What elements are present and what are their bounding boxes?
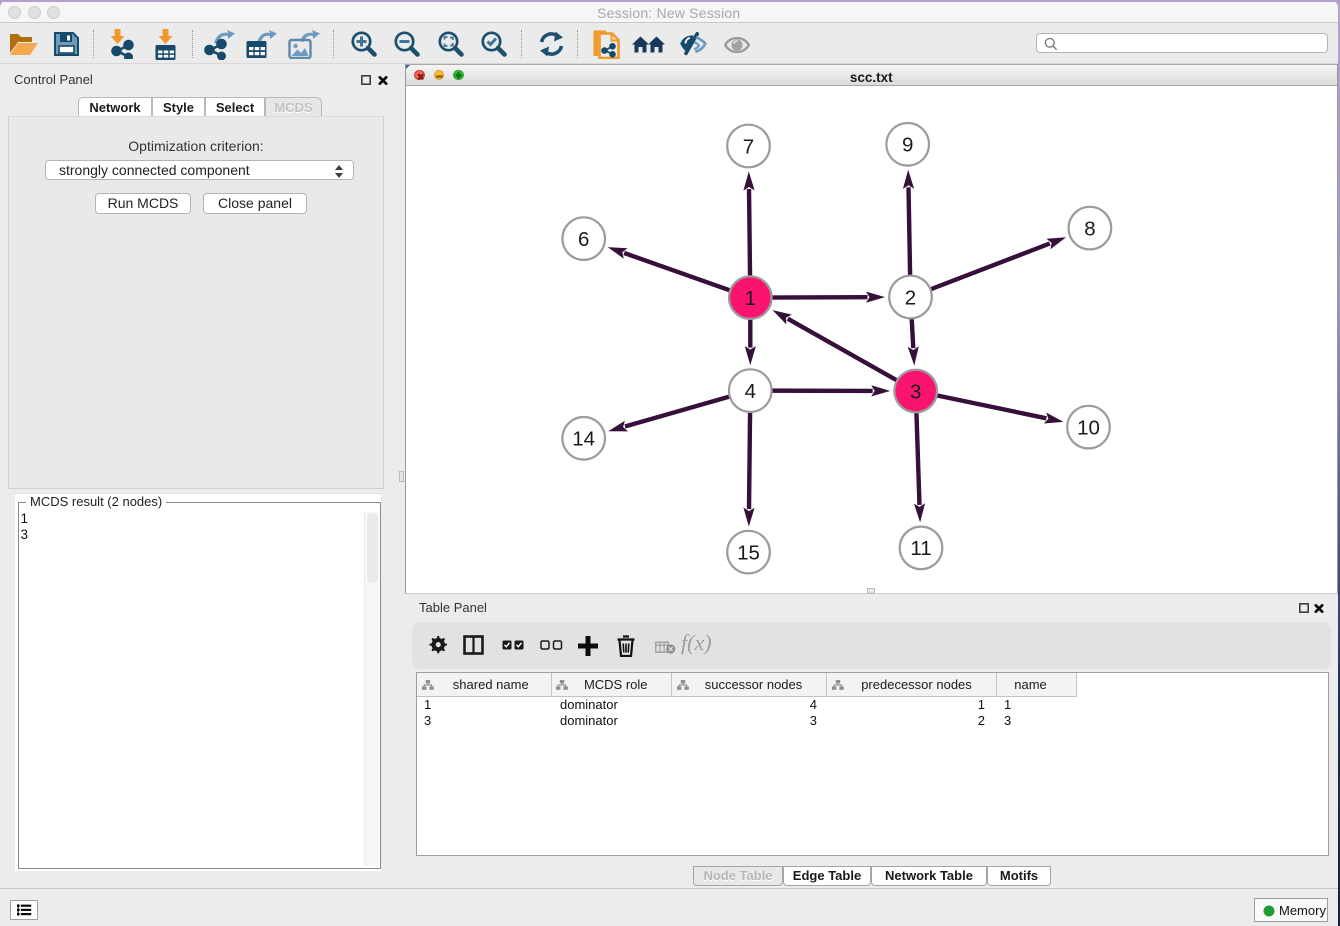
svg-text:9: 9 (902, 134, 913, 157)
svg-text:7: 7 (743, 135, 754, 158)
svg-text:11: 11 (910, 537, 931, 560)
svg-text:6: 6 (578, 228, 589, 251)
svg-text:1: 1 (745, 287, 756, 310)
svg-text:14: 14 (572, 428, 595, 451)
svg-text:15: 15 (737, 541, 760, 564)
svg-text:2: 2 (905, 286, 916, 309)
svg-text:10: 10 (1077, 416, 1100, 439)
svg-text:3: 3 (910, 380, 921, 403)
svg-text:4: 4 (745, 380, 756, 403)
svg-text:8: 8 (1084, 217, 1095, 240)
